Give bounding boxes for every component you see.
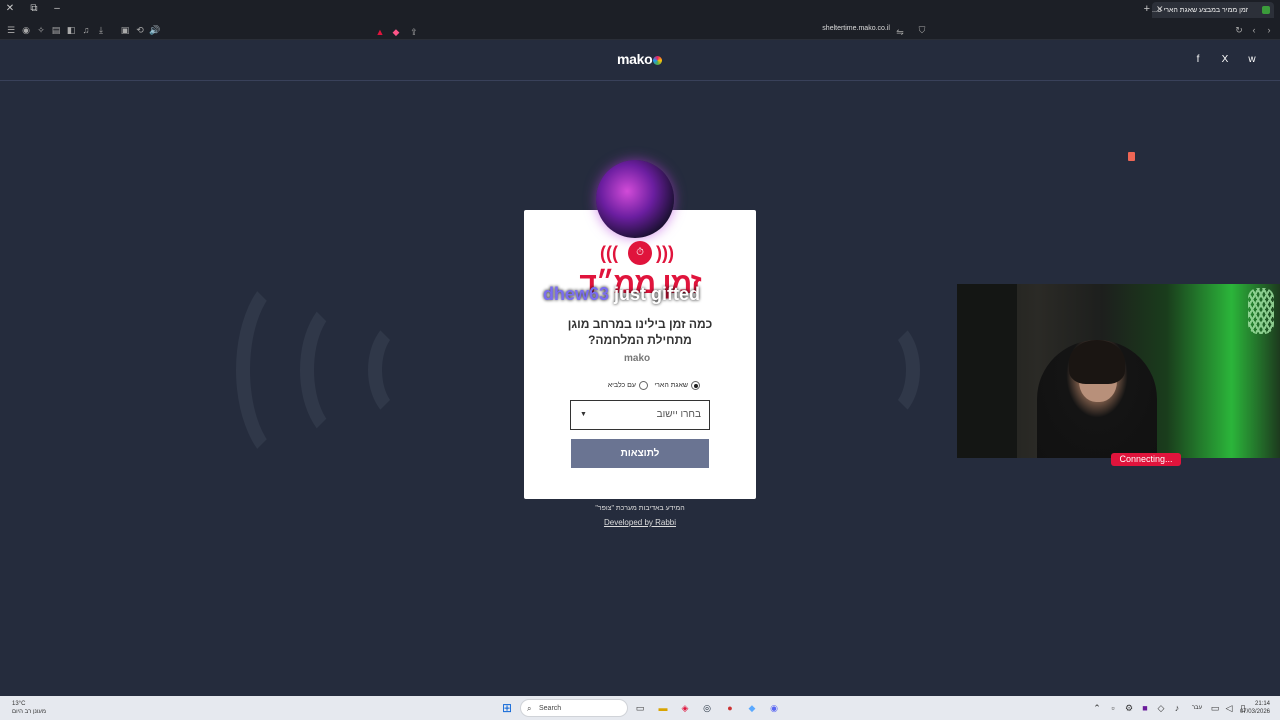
browser-tab-bar: ✕ ⧉ – + ✕ זמן ממיר במבצע שאגת הארי כ... [0,0,1280,20]
radio-lions-roar[interactable]: שאגת הארי [654,381,700,390]
site-header: mako f X w [0,40,1280,81]
address-bar[interactable]: ▲ ◆ ⇪ sheltertime.mako.co.il ⇋ [370,22,910,38]
tray-app-icon[interactable]: ■ [1138,701,1152,715]
x-twitter-icon[interactable]: X [1218,53,1232,67]
mako-logo[interactable]: mako [617,51,663,67]
alarm-clock-icon: ⏱ [628,241,652,265]
streamer-hair [1069,340,1125,384]
language-indicator[interactable]: עבר [1188,701,1206,715]
discord-icon[interactable]: ◉ [767,701,781,715]
url-host: sheltertime.mako.co.il [822,25,890,32]
steam-icon[interactable]: ◎ [700,701,714,715]
question-line-1: כמה זמן בילינו במרחב מוגן [567,317,713,331]
search-icon: ⌕ [527,704,532,713]
taskbar-search[interactable]: ⌕ Search [520,699,628,717]
windows-start-icon[interactable]: ⊞ [500,701,514,715]
forward-icon[interactable]: › [1263,24,1275,36]
background-arc [850,318,920,422]
microphone-icon[interactable]: ♪ [1170,701,1184,715]
sidebar-icon[interactable]: ◧ [65,24,77,36]
browser-tab[interactable]: ✕ זמן ממיר במבצע שאגת הארי כ... [1152,2,1274,18]
radio-with-lavie[interactable]: עם כלביא [608,381,648,390]
weather-desc: מעונן רב היום [12,709,46,715]
card-mako-logo: mako [624,353,651,364]
decorative-orb [596,160,674,238]
floating-sticker-icon [1128,152,1135,161]
close-tab-icon[interactable]: ✕ [1156,4,1164,15]
minimize-window-icon[interactable]: – [50,3,64,14]
audio-icon[interactable]: 🔊 [149,24,161,36]
chevron-down-icon: ▼ [580,411,587,418]
gift-username: dhew63 [543,284,610,304]
brave-browser-icon[interactable]: ◈ [678,701,692,715]
developer-link[interactable]: Developed by Rabbi [524,518,756,527]
gift-alert: dhew63 just gifted [543,284,700,305]
browser-toolbar: ☰ ◉ ✧ ▤ ◧ ♫ ⤓ ▣ ⟲ 🔊 ▲ ◆ ⇪ sheltertime.ma… [0,20,1280,40]
windows-taskbar: 13°C מעונן רב היום ⊞ ⌕ Search ▭ ▬ ◈ ◎ ● … [0,696,1280,720]
question-line-2: מתחילת המלחמה? [588,333,692,347]
hex-overlay-icon [1248,288,1274,334]
restore-window-icon[interactable]: ⧉ [27,3,41,14]
close-window-icon[interactable]: ✕ [3,3,17,14]
signal-right-icon: ))) [656,243,674,263]
music-icon[interactable]: ♫ [80,24,92,36]
task-view-icon[interactable]: ▭ [633,701,647,715]
data-credit: המידע באדיבות מערכת "צופר" [595,505,685,512]
volume-icon[interactable]: ◁ [1222,701,1236,715]
clock-time: 21:14 [1254,701,1270,707]
tab-favicon-icon [1262,6,1270,14]
radio-circle-selected[interactable] [691,381,700,390]
settlement-select[interactable]: בחרו יישוב ▼ [570,400,710,430]
system-clock[interactable]: 21:14 07/03/2026 [1240,700,1270,716]
location-icon[interactable]: ◉ [20,24,32,36]
webcam-overlay [957,284,1280,458]
weather-temp: 13°C [12,701,26,707]
whatsapp-icon[interactable]: w [1245,53,1259,67]
tab-title: זמן ממיר במבצע שאגת הארי כ... [1152,6,1248,14]
bookmark-icon[interactable]: ⛉ [916,24,928,36]
facebook-icon[interactable]: f [1191,53,1205,67]
back-icon[interactable]: ‹ [1248,24,1260,36]
search-label: Search [539,705,562,712]
clock-date: 07/03/2026 [1239,709,1270,715]
radio-circle[interactable] [639,381,648,390]
brave-shield-icon[interactable]: ▲ [374,26,386,38]
site-settings-icon[interactable]: ⇋ [894,26,906,38]
cam-background [957,284,1017,458]
reader-icon[interactable]: ▣ [119,24,131,36]
background-arc [368,318,438,422]
network-icon[interactable]: ▭ [1208,701,1222,715]
menu-icon[interactable]: ☰ [5,24,17,36]
gift-text: just gifted [609,284,701,304]
new-tab-icon[interactable]: + [1144,3,1150,15]
tray-app-icon[interactable]: ▫ [1106,701,1120,715]
tray-chevron-icon[interactable]: ⌃ [1090,701,1104,715]
panel-icon[interactable]: ▤ [50,24,62,36]
reload-icon[interactable]: ↻ [1233,24,1245,36]
obs-icon[interactable]: ● [723,701,737,715]
operation-radio-group: שאגת הארי עם כלביא [600,381,700,393]
pin-icon[interactable]: ✧ [35,24,47,36]
download-icon[interactable]: ⤓ [95,24,107,36]
tray-app-icon[interactable]: ⚙ [1122,701,1136,715]
tray-app-icon[interactable]: ◇ [1154,701,1168,715]
share-icon[interactable]: ⇪ [408,26,420,38]
weather-widget[interactable]: 13°C מעונן רב היום [12,700,46,716]
mako-logo-dot-icon [653,56,663,65]
app-icon[interactable]: ◆ [745,701,759,715]
extension-icon[interactable]: ⟲ [134,24,146,36]
connection-status-badge: Connecting... [1111,453,1181,466]
rewards-icon[interactable]: ◆ [390,26,402,38]
card-question: כמה זמן בילינו במרחב מוגן מתחילת המלחמה? [524,316,756,348]
select-placeholder: בחרו יישוב [656,409,701,420]
signal-left-icon: ((( [600,243,618,263]
results-button[interactable]: לתוצאות [571,439,709,468]
file-explorer-icon[interactable]: ▬ [656,701,670,715]
